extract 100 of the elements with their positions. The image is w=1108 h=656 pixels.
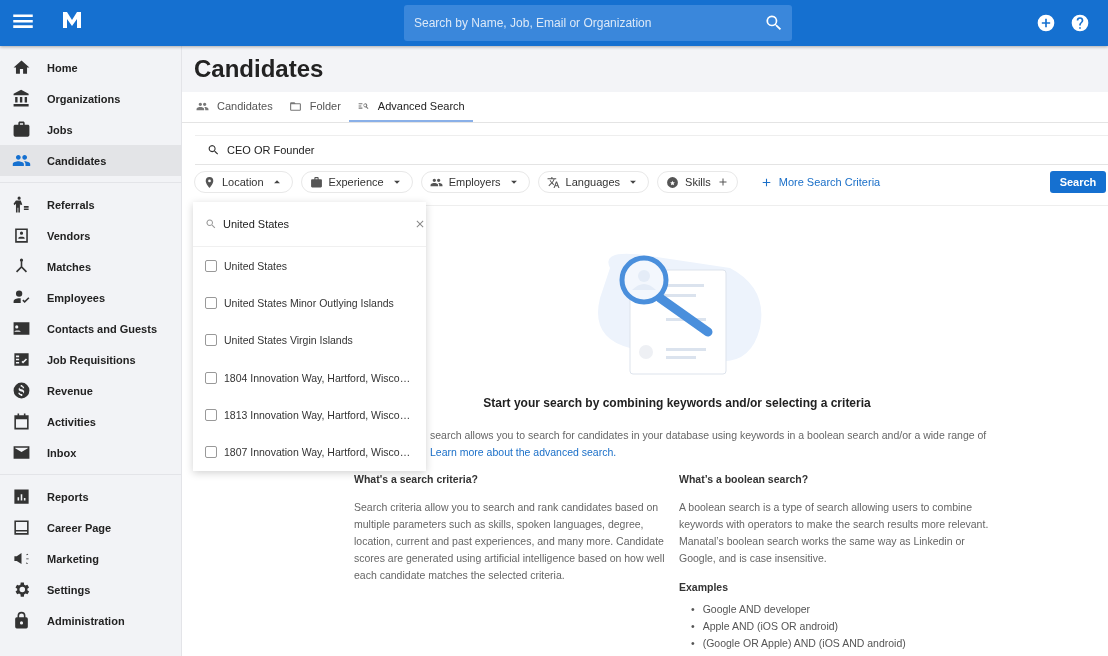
sidebar-item[interactable]: Career Page [0, 512, 181, 543]
briefcase-icon [12, 120, 31, 139]
example-item: Google AND developer [702, 602, 811, 617]
location-option[interactable]: 1813 Innovation Way, Hartford, Wisco… [193, 396, 426, 434]
search-field[interactable]: Search by Name, Job, Email or Organization [404, 5, 792, 41]
option-label: United States [224, 259, 288, 272]
search-button[interactable]: Search [1050, 171, 1106, 193]
sidebar-item[interactable]: Organizations [0, 83, 181, 114]
contact-card-icon [12, 226, 31, 245]
checkbox[interactable] [205, 259, 217, 272]
search-icon [207, 143, 220, 157]
page-title: Candidates [194, 55, 324, 83]
close-icon [414, 218, 426, 230]
filter-chip[interactable]: Languages [537, 171, 650, 193]
sidebar-item[interactable]: Administration [0, 605, 181, 636]
sidebar-item[interactable]: Vendors [0, 220, 181, 251]
sidebar-label: Referrals [47, 198, 95, 211]
option-label: United States Virgin Islands [224, 334, 353, 347]
walking-person-icon [12, 195, 31, 214]
checkbox[interactable] [205, 334, 217, 347]
add-icon [1036, 13, 1056, 33]
empty-state-heading: Start your search by combining keywords and/or selecting a criteria [482, 396, 872, 410]
location-option[interactable]: United States Virgin Islands [193, 321, 426, 359]
sidebar-item[interactable]: Activities [0, 406, 181, 437]
location-option[interactable]: United States [193, 247, 426, 285]
checkbox[interactable] [205, 408, 217, 421]
sidebar-item[interactable]: Marketing [0, 543, 181, 574]
checkbox[interactable] [205, 296, 217, 309]
briefcase-icon [309, 175, 323, 189]
bank-icon [12, 89, 31, 108]
sidebar-label: Revenue [47, 384, 93, 397]
sidebar-item[interactable]: Candidates [0, 145, 181, 176]
sidebar-item[interactable]: Contacts and Guests [0, 313, 181, 344]
sidebar-label: Employees [47, 291, 106, 304]
example-item: Apple AND (iOS OR android) [702, 619, 839, 634]
page-layout-icon [12, 518, 31, 537]
sidebar-item[interactable]: Jobs [0, 114, 181, 145]
bullet: • [691, 602, 695, 617]
checkbox[interactable] [205, 371, 217, 384]
checkbox[interactable] [205, 446, 217, 459]
sidebar-label: Organizations [47, 92, 121, 105]
filter-chip[interactable]: Experience [300, 171, 413, 193]
location-search-field[interactable]: United States [193, 202, 426, 246]
bullet: • [691, 619, 695, 634]
section-text: Search criteria allow you to search and rank candidates based on multiple parameters such as skills, spoken languages, degree, location, current and past experiences, and many more. Candidate scores are generated using artificial intelligence based on how well each candidate matches the selected criteria. [354, 500, 666, 583]
sidebar-item[interactable]: Matches [0, 251, 181, 282]
option-label: United States Minor Outlying Islands [224, 296, 394, 309]
sidebar-item[interactable]: Inbox [0, 437, 181, 468]
home-icon [12, 58, 31, 77]
intro-text: search allows you to search for candidates in your database using keywords in a boolean search and/or a wide range of Learn more about the advanced search. [430, 428, 988, 460]
section-heading: What's a search criteria? [354, 473, 479, 485]
sidebar-label: Vendors [47, 229, 91, 242]
padlock-icon [12, 611, 31, 630]
translate-icon [546, 175, 560, 189]
sidebar-item[interactable]: Referrals [0, 189, 181, 220]
example-item: (Google OR Apple) AND (iOS AND android) [702, 636, 906, 651]
sidebar-label: Job Requisitions [47, 353, 136, 366]
filter-chip[interactable]: Skills [657, 171, 738, 193]
sidebar-label: Reports [47, 490, 89, 503]
bullet: • [691, 636, 695, 651]
sidebar-label: Home [47, 61, 78, 74]
folder-icon [288, 99, 302, 113]
mail-icon [12, 443, 31, 462]
dollar-icon [12, 381, 31, 400]
search-icon [205, 218, 217, 230]
sidebar-label: Marketing [47, 552, 99, 565]
sidebar-item[interactable]: Job Requisitions [0, 344, 181, 375]
calendar-icon [12, 412, 31, 431]
search-icon [764, 13, 784, 33]
sidebar-item[interactable]: Revenue [0, 375, 181, 406]
tab[interactable]: Candidates [188, 92, 281, 122]
sidebar-item[interactable]: Employees [0, 282, 181, 313]
more-criteria-link[interactable]: More Search Criteria [753, 174, 887, 190]
checklist-icon [12, 350, 31, 369]
sidebar-item[interactable]: Home [0, 52, 181, 83]
star-badge-icon [666, 175, 680, 189]
keyword-field[interactable]: CEO OR Founder [195, 135, 1108, 165]
filter-chip[interactable]: Employers [420, 171, 530, 193]
filter-chip[interactable]: Location [194, 171, 293, 193]
tab[interactable]: Folder [280, 92, 349, 122]
location-option[interactable]: United States Minor Outlying Islands [193, 284, 426, 322]
learn-more-link[interactable]: Learn more about the advanced search. [430, 446, 617, 458]
sidebar-label: Candidates [47, 154, 107, 167]
sidebar-label: Settings [47, 583, 91, 596]
option-label: 1807 Innovation Way, Hartford, Wisco… [224, 446, 411, 459]
sidebar-label: Activities [47, 415, 96, 428]
sidebar-item[interactable]: Settings [0, 574, 181, 605]
location-option[interactable]: 1804 Innovation Way, Hartford, Wisco… [193, 358, 426, 397]
bar-chart-icon [12, 487, 31, 506]
sidebar-label: Career Page [47, 521, 112, 534]
sidebar-item[interactable]: Reports [0, 481, 181, 512]
sidebar-label: Jobs [47, 123, 73, 136]
sidebar-label: Inbox [47, 446, 77, 459]
section-text: A boolean search is a type of search allowing users to combine keywords with operators to make the search results more relevant. Manatal’s boolean search works the same way as Linkedin or Google, and is case insensitive. [679, 500, 990, 566]
pin-icon [203, 175, 216, 189]
option-label: 1813 Innovation Way, Hartford, Wisco… [224, 408, 411, 421]
examples-heading: Examples [679, 581, 730, 593]
sidebar-label: Matches [47, 260, 92, 273]
location-option[interactable]: 1807 Innovation Way, Hartford, Wisco… [193, 433, 426, 471]
tab[interactable]: Advanced Search [348, 92, 473, 122]
